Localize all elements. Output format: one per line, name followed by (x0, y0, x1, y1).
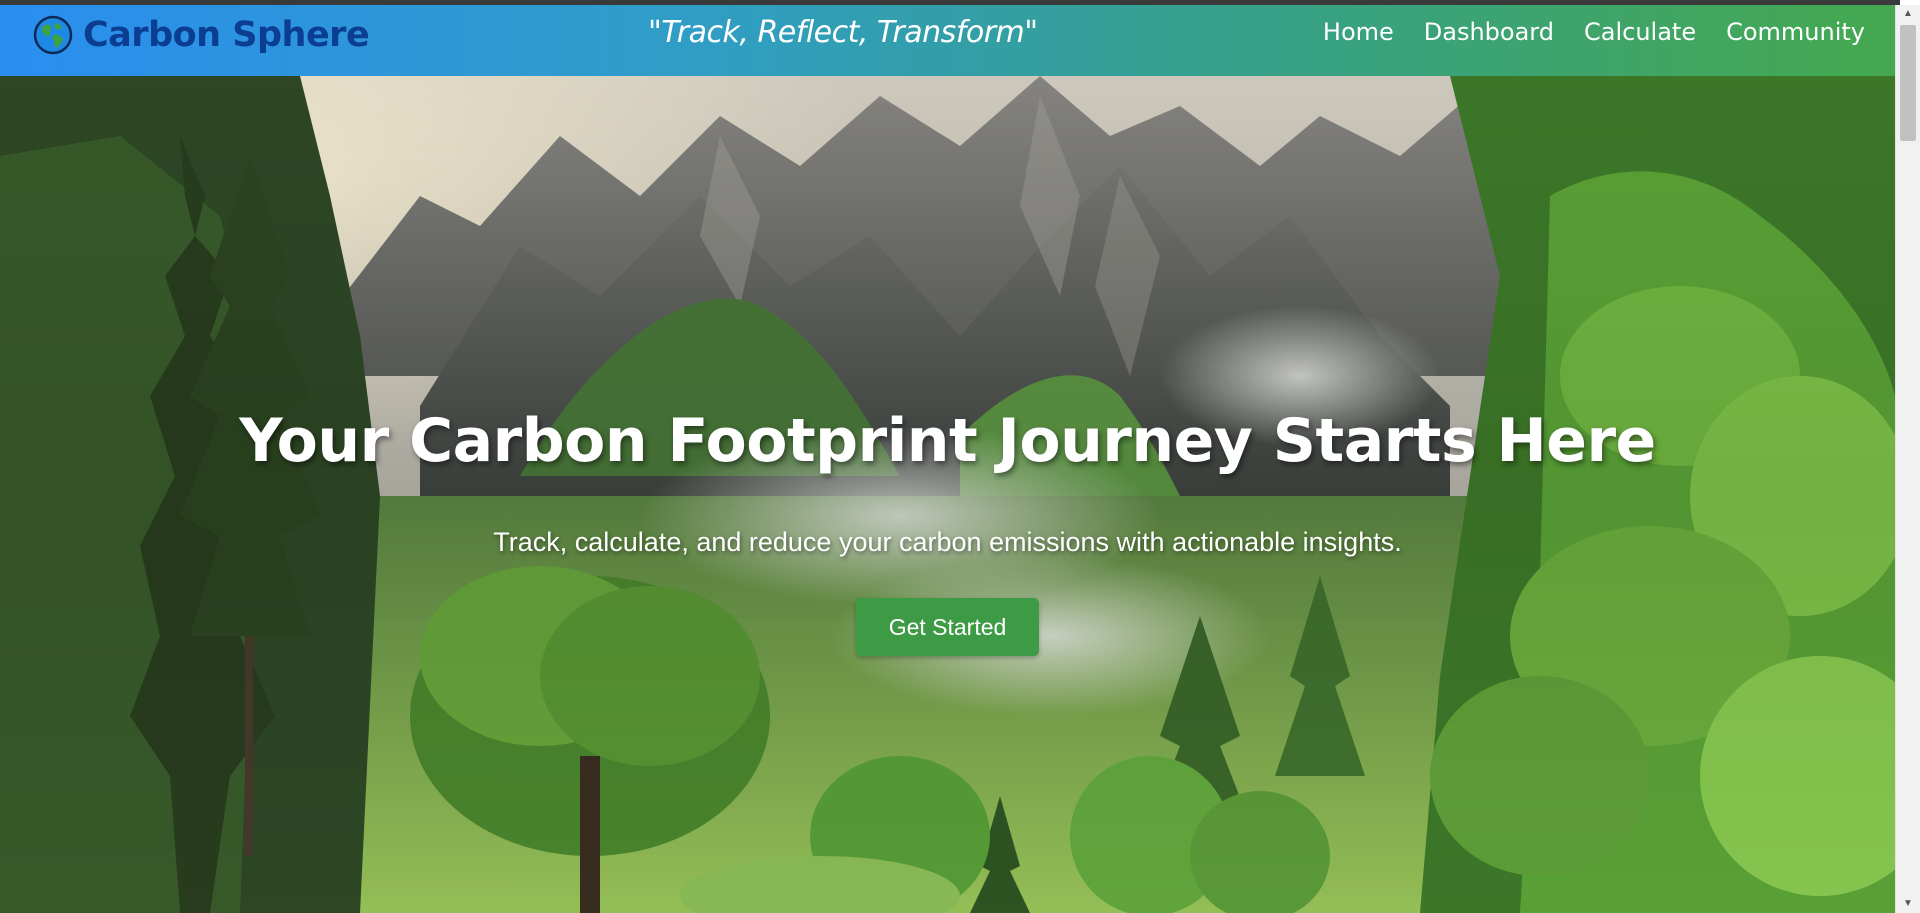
get-started-button[interactable]: Get Started (856, 598, 1039, 656)
main-navigation: Home Dashboard Calculate Community (1323, 18, 1865, 46)
page-viewport: Carbon Sphere "Track, Reflect, Transform… (0, 0, 1900, 913)
nav-link-calculate[interactable]: Calculate (1584, 18, 1696, 46)
globe-icon (33, 15, 73, 55)
nav-link-community[interactable]: Community (1726, 18, 1865, 46)
scroll-up-arrow-icon[interactable]: ▲ (1896, 5, 1920, 23)
hero-section: Your Carbon Footprint Journey Starts Her… (0, 76, 1895, 913)
brand-logo-link[interactable]: Carbon Sphere (33, 12, 370, 58)
brand-name: Carbon Sphere (83, 15, 370, 55)
scrollbar-thumb[interactable] (1900, 25, 1916, 141)
scroll-down-arrow-icon[interactable]: ▼ (1896, 895, 1920, 913)
hero-background-image (0, 76, 1895, 913)
page-scrollbar[interactable]: ▲ ▼ (1895, 5, 1920, 913)
hero-title: Your Carbon Footprint Journey Starts Her… (239, 406, 1656, 476)
nav-link-dashboard[interactable]: Dashboard (1424, 18, 1554, 46)
browser-top-edge (0, 0, 1900, 5)
hero-subtitle: Track, calculate, and reduce your carbon… (493, 527, 1402, 557)
navbar: Carbon Sphere "Track, Reflect, Transform… (0, 5, 1895, 76)
nav-link-home[interactable]: Home (1323, 18, 1394, 46)
tagline: "Track, Reflect, Transform" (648, 15, 1038, 50)
